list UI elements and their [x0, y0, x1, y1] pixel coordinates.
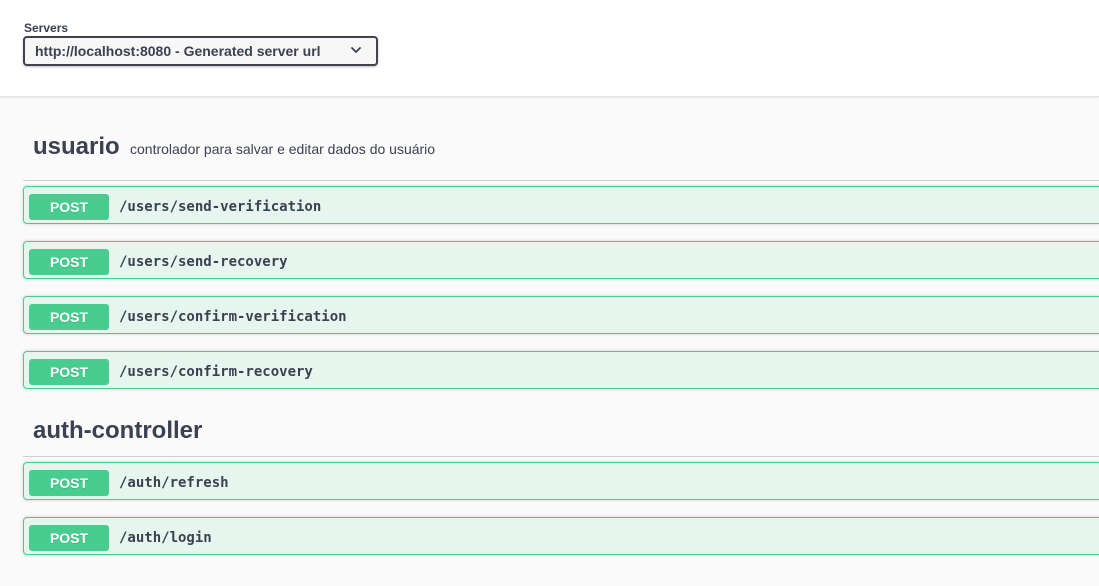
tag-auth-controller-header[interactable]: auth-controller: [23, 404, 1099, 457]
method-badge: POST: [29, 249, 109, 275]
operation-path: /users/send-recovery: [119, 254, 288, 270]
method-badge: POST: [29, 470, 109, 496]
method-badge: POST: [29, 359, 109, 385]
operation-path: /users/send-verification: [119, 199, 322, 215]
operation-path: /users/confirm-recovery: [119, 364, 313, 380]
operation-path: /auth/refresh: [119, 475, 229, 491]
servers-bar: Servers http://localhost:8080 - Generate…: [0, 0, 1099, 97]
method-badge: POST: [29, 194, 109, 220]
operation-confirm-verification[interactable]: POST /users/confirm-verification: [23, 296, 1099, 334]
tag-name: auth-controller: [33, 417, 203, 444]
operation-auth-login[interactable]: POST /auth/login: [23, 517, 1099, 555]
operation-path: /users/confirm-verification: [119, 309, 347, 325]
servers-select[interactable]: http://localhost:8080 - Generated server…: [23, 36, 378, 66]
chevron-down-icon: [351, 47, 361, 53]
operation-auth-refresh[interactable]: POST /auth/refresh: [23, 462, 1099, 500]
tag-usuario-header[interactable]: usuario controlador para salvar e editar…: [23, 120, 1099, 181]
operation-send-verification[interactable]: POST /users/send-verification: [23, 186, 1099, 224]
tag-description: controlador para salvar e editar dados d…: [130, 141, 436, 157]
method-badge: POST: [29, 304, 109, 330]
servers-select-value: http://localhost:8080 - Generated server…: [35, 43, 321, 59]
operation-path: /auth/login: [119, 530, 212, 546]
operation-send-recovery[interactable]: POST /users/send-recovery: [23, 241, 1099, 279]
method-badge: POST: [29, 525, 109, 551]
tag-name: usuario: [33, 133, 120, 160]
servers-label: Servers: [24, 21, 69, 35]
operation-confirm-recovery[interactable]: POST /users/confirm-recovery: [23, 351, 1099, 389]
